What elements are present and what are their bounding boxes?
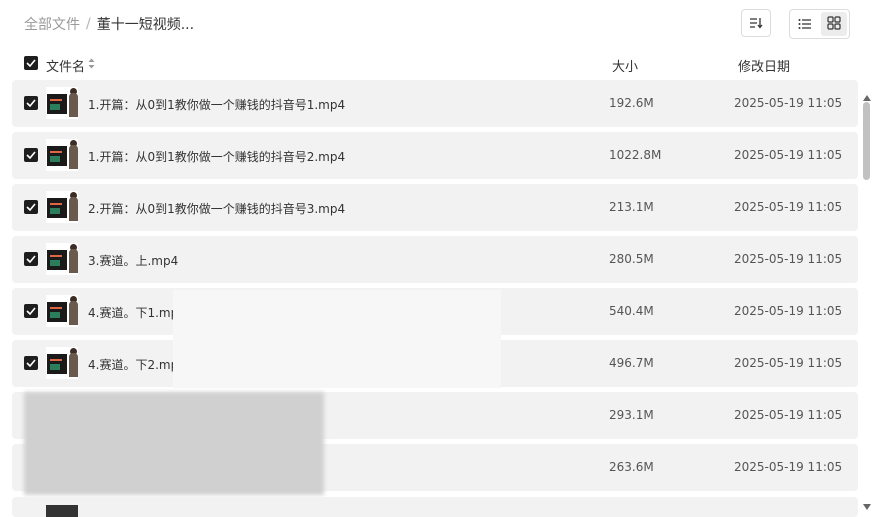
- file-name[interactable]: 3.赛道。上.mp4: [88, 252, 178, 269]
- file-name[interactable]: 2.开篇：从0到1教你做一个赚钱的抖音号3.mp4: [88, 200, 345, 217]
- scroll-up-arrow-icon[interactable]: [862, 88, 872, 101]
- scroll-down-arrow-icon[interactable]: [862, 497, 872, 510]
- grid-view-icon: [827, 15, 841, 34]
- column-header: 文件名 大小 修改日期: [0, 52, 874, 76]
- list-view-icon: [798, 15, 812, 34]
- file-modified: 2025-05-19 11:05: [734, 148, 843, 162]
- row-checkbox[interactable]: [24, 96, 38, 110]
- select-all-checkbox[interactable]: [24, 56, 38, 70]
- file-modified: 2025-05-19 11:05: [734, 252, 843, 266]
- sort-toggle-icon: [88, 58, 95, 73]
- redaction-overlay: [173, 290, 501, 388]
- file-row[interactable]: 2.开篇：从0到1教你做一个赚钱的抖音号3.mp4 213.1M 2025-05…: [12, 184, 858, 231]
- breadcrumb-root-link[interactable]: 全部文件: [24, 14, 80, 34]
- grid-view-button[interactable]: [820, 12, 847, 36]
- file-modified: 2025-05-19 11:05: [734, 460, 843, 474]
- column-size[interactable]: 大小: [612, 56, 638, 75]
- breadcrumb-separator: /: [86, 16, 91, 32]
- video-thumbnail: [46, 295, 78, 327]
- row-checkbox[interactable]: [24, 252, 38, 266]
- list-view-button[interactable]: [792, 12, 819, 36]
- file-modified: 2025-05-19 11:05: [734, 356, 843, 370]
- blurred-region: [24, 392, 324, 495]
- row-checkbox[interactable]: [24, 304, 38, 318]
- file-name[interactable]: 4.赛道。下2.mp: [88, 356, 178, 373]
- file-name[interactable]: 4.赛道。下1.mp: [88, 304, 178, 321]
- file-modified: 2025-05-19 11:05: [734, 200, 843, 214]
- row-checkbox[interactable]: [24, 200, 38, 214]
- file-size: 213.1M: [609, 200, 654, 214]
- video-thumbnail: [46, 347, 78, 379]
- video-thumbnail: [46, 87, 78, 119]
- column-modified[interactable]: 修改日期: [738, 56, 790, 75]
- file-modified: 2025-05-19 11:05: [734, 304, 843, 318]
- file-modified: 2025-05-19 11:05: [734, 408, 843, 422]
- column-name-label: 文件名: [46, 60, 86, 75]
- sort-button[interactable]: [741, 9, 771, 37]
- row-checkbox[interactable]: [24, 356, 38, 370]
- video-thumbnail: [46, 505, 78, 517]
- file-size: 263.6M: [609, 460, 654, 474]
- file-size: 1022.8M: [609, 148, 662, 162]
- file-size: 192.6M: [609, 96, 654, 110]
- file-size: 280.5M: [609, 252, 654, 266]
- video-thumbnail: [46, 191, 78, 223]
- video-thumbnail: [46, 139, 78, 171]
- file-name[interactable]: 1.开篇：从0到1教你做一个赚钱的抖音号2.mp4: [88, 148, 345, 165]
- file-size: 540.4M: [609, 304, 654, 318]
- file-modified: 2025-05-19 11:05: [734, 96, 843, 110]
- video-thumbnail: [46, 243, 78, 275]
- file-row[interactable]: 3.赛道。上.mp4 280.5M 2025-05-19 11:05: [12, 236, 858, 283]
- breadcrumb: 全部文件 / 董十一短视频...: [24, 14, 194, 34]
- file-size: 293.1M: [609, 408, 654, 422]
- breadcrumb-current: 董十一短视频...: [96, 17, 195, 33]
- column-name[interactable]: 文件名: [46, 56, 95, 75]
- file-row-partial[interactable]: [12, 497, 858, 517]
- scrollbar-thumb[interactable]: [863, 102, 870, 180]
- view-toggle: [789, 9, 850, 39]
- file-size: 496.7M: [609, 356, 654, 370]
- row-checkbox[interactable]: [24, 148, 38, 162]
- file-row[interactable]: 1.开篇：从0到1教你做一个赚钱的抖音号1.mp4 192.6M 2025-05…: [12, 80, 858, 127]
- sort-icon: [749, 14, 763, 33]
- file-row[interactable]: 1.开篇：从0到1教你做一个赚钱的抖音号2.mp4 1022.8M 2025-0…: [12, 132, 858, 179]
- file-name[interactable]: 1.开篇：从0到1教你做一个赚钱的抖音号1.mp4: [88, 96, 345, 113]
